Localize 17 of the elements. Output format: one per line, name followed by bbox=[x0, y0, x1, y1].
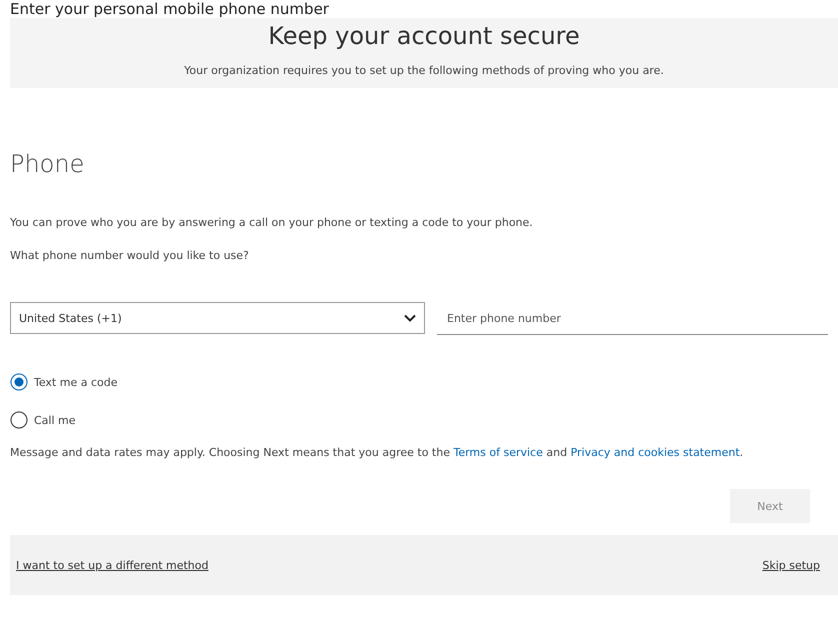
chevron-down-icon bbox=[404, 314, 416, 322]
radio-button[interactable] bbox=[10, 411, 28, 429]
privacy-link[interactable]: Privacy and cookies statement bbox=[570, 446, 740, 459]
country-dropdown[interactable]: United States (+1) bbox=[10, 302, 425, 334]
different-method-link[interactable]: I want to set up a different method bbox=[16, 558, 208, 572]
terms-link[interactable]: Terms of service bbox=[453, 446, 543, 459]
section-title: Phone bbox=[10, 150, 86, 178]
question-text: What phone number would you like to use? bbox=[10, 249, 250, 262]
radio-option[interactable]: Text me a code bbox=[10, 373, 118, 391]
radio-option[interactable]: Call me bbox=[10, 411, 76, 429]
skip-setup-link[interactable]: Skip setup bbox=[762, 558, 820, 572]
page-heading: Enter your personal mobile phone number bbox=[9, 0, 330, 18]
radio-button[interactable] bbox=[10, 373, 28, 391]
subtitle-text: Your organization requires you to set up the following methods of proving who you are. bbox=[184, 64, 664, 77]
page-title: Keep your account secure bbox=[268, 22, 580, 50]
disclaimer-text: Message and data rates may apply. Choosing Next means that you agree to the Terms of service and Privacy and cookies statement. bbox=[10, 445, 744, 461]
description-text: You can prove who you are by answering a call on your phone or texting a code to your phone. bbox=[10, 216, 534, 229]
